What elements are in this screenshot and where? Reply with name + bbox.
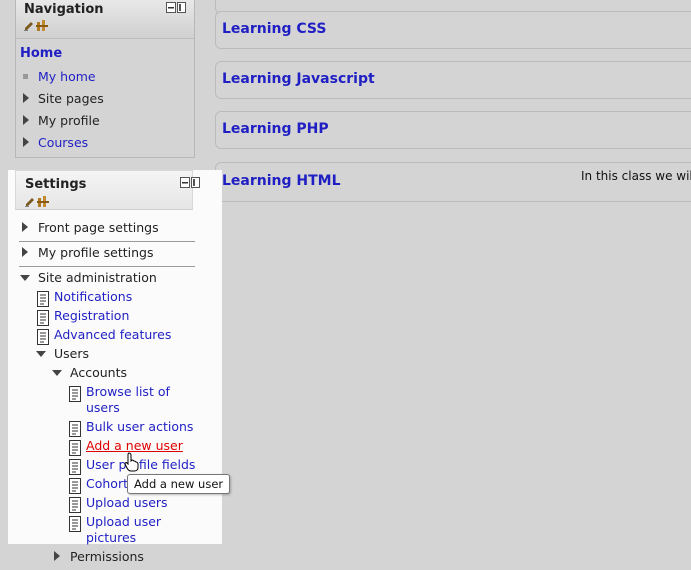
nav-item-courses[interactable]: Courses <box>38 135 88 150</box>
admin-advanced-features-link[interactable]: Advanced features <box>54 327 171 342</box>
block-action-icons <box>25 196 51 208</box>
page-icon <box>69 516 81 532</box>
course-item: Learning PHP <box>215 111 691 149</box>
collapse-icon[interactable] <box>20 275 30 281</box>
edit-icon[interactable] <box>24 21 34 31</box>
admin-accounts-node[interactable]: Accounts <box>70 365 127 380</box>
collapse-icon[interactable] <box>36 351 46 357</box>
nav-home-link[interactable]: Home <box>20 46 62 61</box>
course-item: Learning Javascript <box>215 61 691 99</box>
collapse-icon[interactable] <box>52 370 62 376</box>
course-title-link[interactable]: Learning Javascript <box>222 71 375 87</box>
accounts-browse-users-link-cont[interactable]: users <box>86 400 120 415</box>
admin-registration-link[interactable]: Registration <box>54 308 129 323</box>
dock-block-icon[interactable] <box>166 2 186 13</box>
expand-icon[interactable] <box>22 222 28 232</box>
page-icon <box>37 329 49 345</box>
divider <box>19 266 195 267</box>
nav-item-site-pages[interactable]: Site pages <box>38 91 104 106</box>
admin-users-node[interactable]: Users <box>54 346 89 361</box>
accounts-upload-user-pictures-link-cont[interactable]: pictures <box>86 530 136 545</box>
navigation-block-title: Navigation <box>24 2 104 17</box>
settings-front-page[interactable]: Front page settings <box>38 220 159 235</box>
expand-icon[interactable] <box>23 137 29 147</box>
nav-item-my-home[interactable]: My home <box>38 69 96 84</box>
hand-cursor-icon <box>124 452 139 472</box>
settings-my-profile[interactable]: My profile settings <box>38 245 153 260</box>
page-icon <box>69 478 81 494</box>
tooltip: Add a new user <box>127 474 231 494</box>
admin-permissions-node[interactable]: Permissions <box>70 549 144 564</box>
edit-icon[interactable] <box>25 197 35 207</box>
dock-block-icon[interactable] <box>180 177 200 188</box>
expand-icon[interactable] <box>22 247 28 257</box>
course-title-link[interactable]: Learning HTML <box>222 173 341 189</box>
page-icon <box>37 291 49 307</box>
move-icon[interactable] <box>36 20 48 32</box>
accounts-browse-users-link[interactable]: Browse list of <box>86 384 170 399</box>
page-icon <box>69 459 81 475</box>
navigation-block-header: Navigation <box>16 0 194 39</box>
expand-icon[interactable] <box>23 93 29 103</box>
course-title-link[interactable]: Learning PHP <box>222 121 329 137</box>
settings-block-title: Settings <box>25 177 87 192</box>
accounts-upload-users-link[interactable]: Upload users <box>86 495 168 510</box>
page-icon <box>37 310 49 326</box>
accounts-bulk-user-actions-link[interactable]: Bulk user actions <box>86 419 193 434</box>
accounts-upload-user-pictures-link[interactable]: Upload user <box>86 514 161 529</box>
admin-notifications-link[interactable]: Notifications <box>54 289 132 304</box>
accounts-user-profile-fields-link[interactable]: User profile fields <box>86 457 195 472</box>
settings-block-header: Settings <box>15 170 200 210</box>
course-title-link[interactable]: Learning CSS <box>222 21 326 37</box>
navigation-block: Navigation Home My home Site pages My pr… <box>15 0 195 158</box>
divider <box>19 241 195 242</box>
course-item: Learning HTML In this class we will t <box>215 162 691 202</box>
expand-icon[interactable] <box>54 551 60 561</box>
page-icon <box>69 497 81 513</box>
page-icon <box>69 440 81 456</box>
move-icon[interactable] <box>37 196 49 208</box>
nav-item-my-profile[interactable]: My profile <box>38 113 100 128</box>
block-action-icons <box>24 20 50 32</box>
course-summary: In this class we will t <box>581 169 691 183</box>
expand-icon[interactable] <box>23 115 29 125</box>
page-icon <box>69 421 81 437</box>
bullet-icon <box>23 74 28 79</box>
settings-site-administration[interactable]: Site administration <box>38 270 157 285</box>
accounts-add-new-user-link[interactable]: Add a new user <box>86 438 183 453</box>
page-icon <box>69 386 81 402</box>
course-item: Learning CSS <box>215 11 691 49</box>
